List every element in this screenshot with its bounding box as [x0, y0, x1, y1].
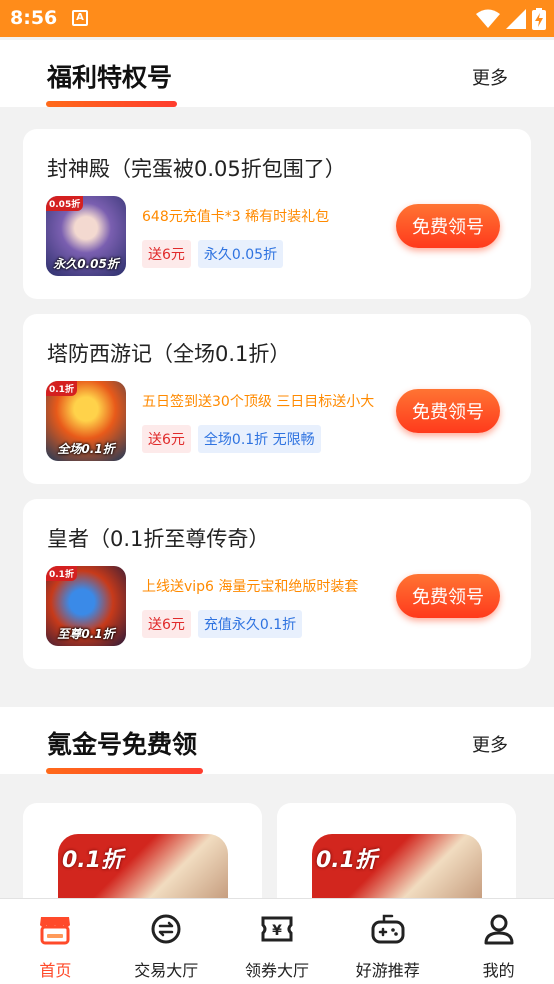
free-claim-button[interactable]: 免费领号 — [396, 204, 500, 248]
tag-discount: 全场0.1折 无限畅 — [197, 425, 321, 453]
system-icons — [476, 8, 546, 30]
tag-gift: 送6元 — [142, 240, 191, 268]
section-title: 福利特权号 — [47, 63, 173, 92]
thumb-badge: 0.1折 — [62, 848, 123, 873]
tab-recommend[interactable]: 好游推荐 — [332, 899, 443, 984]
tag-gift: 送6元 — [142, 610, 191, 638]
title-underline — [46, 101, 177, 107]
tab-label: 我的 — [482, 961, 515, 980]
game-card[interactable]: 封神殿（完蛋被0.05折包围了） 0.05折 永久0.05折 648元充值卡*3… — [23, 129, 531, 299]
game-desc: 五日签到送30个顶级 三日目标送小大 — [142, 394, 375, 410]
game-card[interactable]: 塔防西游记（全场0.1折） 0.1折 全场0.1折 五日签到送30个顶级 三日目… — [23, 314, 531, 484]
section-welfare-header: 福利特权号 更多 — [0, 40, 554, 107]
tab-label: 领券大厅 — [244, 961, 309, 980]
tab-coupon[interactable]: ¥ 领券大厅 — [222, 899, 333, 984]
a-square-icon: A — [72, 10, 88, 26]
tag-gift: 送6元 — [142, 425, 191, 453]
free-claim-button[interactable]: 免费领号 — [396, 574, 500, 618]
tab-label: 交易大厅 — [134, 961, 199, 980]
tab-label: 首页 — [39, 961, 72, 980]
thumb-badge: 0.05折 — [46, 196, 84, 211]
game-desc: 648元充值卡*3 稀有时装礼包 — [142, 209, 330, 225]
tag-discount: 永久0.05折 — [197, 240, 284, 268]
section-premium-header: 氪金号免费领 更多 — [0, 707, 554, 774]
game-desc: 上线送vip6 海量元宝和绝版时装套 — [142, 579, 359, 595]
bottom-tab-bar: 首页 交易大厅 ¥ 领券大厅 好游推荐 我的 — [0, 898, 554, 984]
tag-row: 送6元 全场0.1折 无限畅 — [142, 425, 321, 453]
tab-label: 好游推荐 — [355, 961, 420, 980]
more-link[interactable]: 更多 — [472, 64, 508, 90]
thumb-badge: 0.1折 — [46, 566, 77, 581]
thumb-caption: 至尊0.1折 — [57, 627, 115, 641]
title-underline — [46, 768, 203, 774]
game-name: 封神殿（完蛋被0.05折包围了） — [47, 157, 346, 181]
home-store-icon — [40, 917, 71, 945]
tag-row: 送6元 永久0.05折 — [142, 240, 284, 268]
game-thumbnail: 0.1折 至尊0.1折 — [46, 566, 126, 646]
status-time: 8:56 — [10, 7, 58, 29]
section-title: 氪金号免费领 — [47, 730, 198, 759]
tag-discount: 充值永久0.1折 — [197, 610, 303, 638]
tab-mine[interactable]: 我的 — [443, 899, 554, 984]
user-icon — [484, 914, 514, 945]
thumb-caption: 全场0.1折 — [57, 442, 115, 456]
thumb-caption: 永久0.05折 — [53, 257, 119, 271]
more-link[interactable]: 更多 — [472, 731, 508, 757]
gamepad-icon — [371, 914, 405, 944]
svg-text:¥: ¥ — [272, 923, 282, 939]
game-thumbnail: 0.1折 全场0.1折 — [46, 381, 126, 461]
tab-trade[interactable]: 交易大厅 — [111, 899, 222, 984]
game-name: 皇者（0.1折至尊传奇） — [47, 527, 270, 551]
tag-row: 送6元 充值永久0.1折 — [142, 610, 303, 638]
signal-icon — [506, 9, 526, 29]
free-claim-button[interactable]: 免费领号 — [396, 389, 500, 433]
coupon-icon: ¥ — [261, 916, 293, 942]
thumb-badge: 0.1折 — [316, 848, 377, 873]
game-name: 塔防西游记（全场0.1折） — [47, 342, 291, 366]
trade-icon — [151, 914, 181, 944]
game-thumbnail: 0.05折 永久0.05折 — [46, 196, 126, 276]
thumb-badge: 0.1折 — [46, 381, 77, 396]
wifi-icon — [476, 9, 500, 28]
tab-home[interactable]: 首页 — [0, 899, 111, 984]
game-card[interactable]: 皇者（0.1折至尊传奇） 0.1折 至尊0.1折 上线送vip6 海量元宝和绝版… — [23, 499, 531, 669]
battery-icon — [532, 8, 546, 30]
status-bar: 8:56 A — [0, 0, 554, 37]
